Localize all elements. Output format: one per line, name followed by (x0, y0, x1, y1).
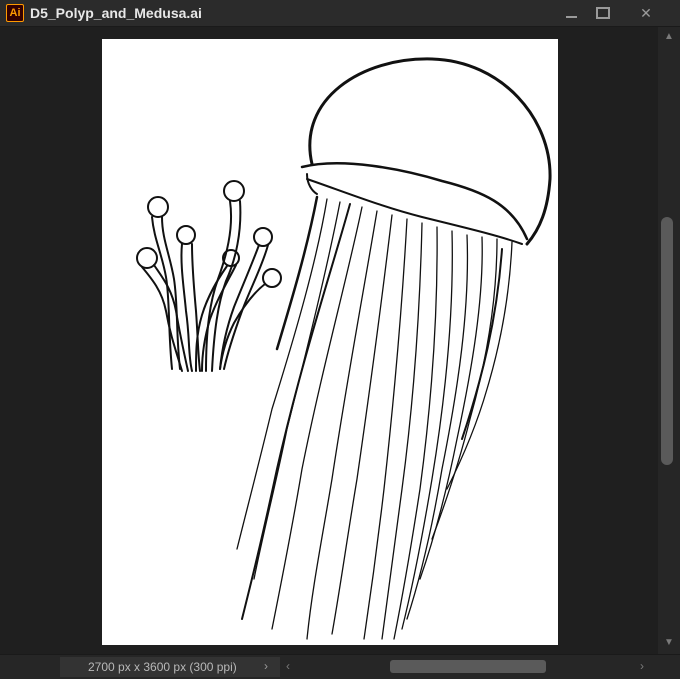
status-bar: 2700 px x 3600 px (300 ppi) › ‹ › (0, 654, 680, 679)
document-dimensions: 2700 px x 3600 px (300 ppi) (60, 657, 280, 677)
vertical-scroll-thumb[interactable] (661, 217, 673, 465)
title-bar: Ai D5_Polyp_and_Medusa.ai ✕ (0, 0, 680, 27)
maximize-button[interactable] (585, 0, 621, 26)
document-title: D5_Polyp_and_Medusa.ai (30, 5, 202, 21)
scroll-down-icon[interactable]: ▼ (658, 637, 680, 648)
artwork (136, 57, 552, 640)
vertical-scrollbar[interactable]: ▲ ▼ (658, 27, 680, 654)
scroll-right-icon[interactable]: › (640, 659, 644, 673)
canvas-area[interactable] (0, 27, 658, 654)
scroll-up-icon[interactable]: ▲ (658, 31, 680, 42)
status-menu-chevron-icon[interactable]: › (264, 659, 268, 673)
close-button[interactable]: ✕ (628, 0, 664, 26)
scroll-left-icon[interactable]: ‹ (286, 659, 290, 673)
illustrator-app-icon: Ai (6, 4, 24, 22)
maximize-icon (596, 7, 610, 19)
minimize-button[interactable] (553, 0, 589, 26)
artboard[interactable] (102, 39, 558, 645)
horizontal-scroll-thumb[interactable] (390, 660, 546, 673)
medusa-drawing (236, 57, 552, 640)
minimize-icon (565, 16, 577, 18)
polyp-drawing (136, 180, 282, 372)
